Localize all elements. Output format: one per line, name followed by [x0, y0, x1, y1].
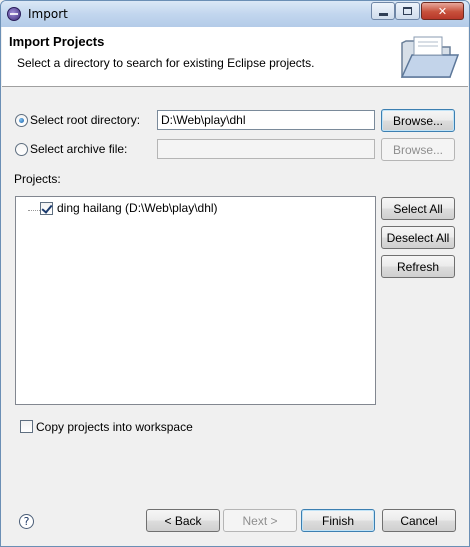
folder-icon — [400, 36, 460, 78]
maximize-icon — [403, 7, 412, 15]
wizard-content: Select root directory: D:\Web\play\dhl B… — [2, 88, 468, 498]
import-dialog: Import ✕ Import Projects Select a direct… — [0, 0, 470, 547]
project-checkbox[interactable] — [40, 202, 53, 215]
banner-description: Select a directory to search for existin… — [17, 56, 315, 70]
root-browse-button[interactable]: Browse... — [381, 109, 455, 132]
refresh-button[interactable]: Refresh — [381, 255, 455, 278]
wizard-footer: ? < Back Next > Finish Cancel — [2, 498, 468, 546]
archive-file-radio[interactable] — [15, 143, 28, 156]
select-all-button[interactable]: Select All — [381, 197, 455, 220]
deselect-all-button[interactable]: Deselect All — [381, 226, 455, 249]
finish-button[interactable]: Finish — [301, 509, 375, 532]
next-button[interactable]: Next > — [223, 509, 297, 532]
list-item[interactable]: ding hailang (D:\Web\play\dhl) — [40, 201, 290, 217]
minimize-button[interactable] — [371, 2, 395, 20]
wizard-banner: Import Projects Select a directory to se… — [2, 27, 468, 87]
close-icon: ✕ — [437, 4, 448, 18]
archive-browse-button[interactable]: Browse... — [381, 138, 455, 161]
cancel-button[interactable]: Cancel — [382, 509, 456, 532]
archive-file-label: Select archive file: — [30, 142, 128, 156]
projects-label: Projects: — [14, 172, 61, 186]
window-title: Import — [28, 7, 68, 21]
close-button[interactable]: ✕ — [421, 2, 464, 20]
projects-list[interactable]: ding hailang (D:\Web\play\dhl) — [15, 196, 376, 405]
tree-connector — [28, 210, 40, 211]
back-button[interactable]: < Back — [146, 509, 220, 532]
copy-projects-label: Copy projects into workspace — [36, 420, 193, 434]
root-directory-input[interactable]: D:\Web\play\dhl — [157, 110, 375, 130]
banner-title: Import Projects — [9, 34, 105, 49]
eclipse-icon — [7, 7, 21, 21]
archive-file-input[interactable] — [157, 139, 375, 159]
copy-projects-checkbox[interactable] — [20, 420, 33, 433]
minimize-icon — [378, 12, 388, 16]
help-icon[interactable]: ? — [19, 514, 34, 529]
root-directory-label: Select root directory: — [30, 113, 141, 127]
root-directory-radio[interactable] — [15, 114, 28, 127]
title-bar[interactable]: Import ✕ — [1, 1, 469, 27]
maximize-button[interactable] — [395, 2, 420, 20]
project-label: ding hailang (D:\Web\play\dhl) — [57, 201, 218, 215]
